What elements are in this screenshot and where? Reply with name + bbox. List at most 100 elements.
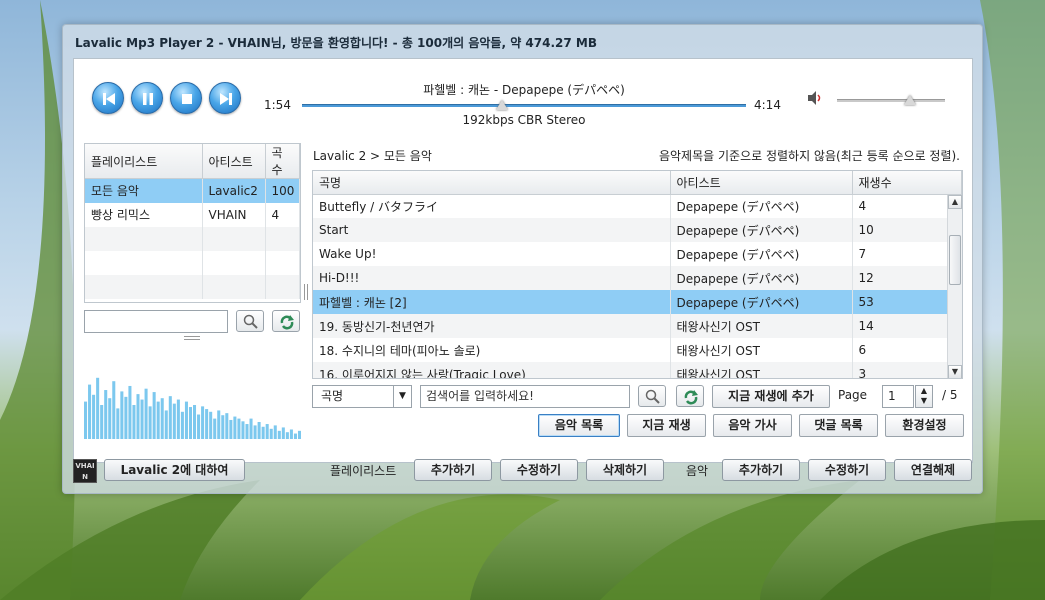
next-button[interactable] xyxy=(209,82,241,114)
page-down-icon[interactable]: ▼ xyxy=(916,396,932,406)
visualizer-bar xyxy=(132,405,136,439)
pause-button[interactable] xyxy=(131,82,163,114)
stop-button[interactable] xyxy=(170,82,202,114)
song-artist: Depapepe (デパペペ) xyxy=(670,242,853,266)
song-title: Hi-D!!! xyxy=(313,266,671,290)
visualizer-bar xyxy=(128,385,132,439)
song-row[interactable]: Hi-D!!! Depapepe (デパペペ) 12 xyxy=(313,266,962,290)
page-input[interactable]: 1 xyxy=(882,385,914,408)
song-row[interactable]: Wake Up! Depapepe (デパペペ) 7 xyxy=(313,242,962,266)
visualizer-bar xyxy=(100,405,104,439)
scroll-down-arrow[interactable]: ▼ xyxy=(948,365,962,378)
seek-thumb[interactable] xyxy=(495,100,508,110)
seek-bar[interactable] xyxy=(302,104,746,107)
visualizer-bar xyxy=(116,408,120,439)
visualizer-bar xyxy=(96,377,100,439)
playlist-row[interactable]: 모든 음악 Lavalic2 100 xyxy=(85,178,300,203)
visualizer-bar xyxy=(176,399,180,439)
playlist-header-name[interactable]: 플레이리스트 xyxy=(85,144,203,179)
visualizer-bar xyxy=(108,398,112,439)
song-title: 16. 이루어지지 않는 사랑(Tragic Love) xyxy=(313,362,671,378)
visualizer-bar xyxy=(88,384,92,439)
music-unlink-button[interactable]: 연결해제 xyxy=(894,459,972,481)
page-value: 1 xyxy=(888,389,896,403)
tab-now-playing[interactable]: 지금 재생 xyxy=(627,414,706,437)
song-row[interactable]: Start Depapepe (デパペペ) 10 xyxy=(313,218,962,242)
volume-bar[interactable] xyxy=(837,99,945,102)
song-header-title[interactable]: 곡명 xyxy=(313,171,671,195)
tab-settings[interactable]: 환경설정 xyxy=(885,414,964,437)
song-title: 19. 동방신기-천년연가 xyxy=(313,314,671,338)
scroll-up-arrow[interactable]: ▲ xyxy=(948,195,962,209)
music-edit-button[interactable]: 수정하기 xyxy=(808,459,886,481)
total-time: 4:14 xyxy=(754,98,781,112)
song-plays: 53 xyxy=(852,290,962,314)
visualizer-bar xyxy=(269,428,273,439)
visualizer-bar xyxy=(233,416,237,439)
song-search-input[interactable]: 검색어를 입력하세요! xyxy=(420,385,630,408)
resize-grip[interactable] xyxy=(184,336,200,340)
refresh-icon xyxy=(280,315,294,330)
playlist-artist: VHAIN xyxy=(202,202,266,227)
splitter-handle[interactable] xyxy=(304,284,308,300)
player-window: Lavalic Mp3 Player 2 - VHAIN님, 방문을 환영합니다… xyxy=(62,24,983,494)
visualizer-bar xyxy=(229,419,233,439)
stop-icon xyxy=(182,94,192,104)
sort-note: 음악제목을 기준으로 정렬하지 않음(최근 등록 순으로 정렬). xyxy=(658,149,960,163)
speaker-icon[interactable] xyxy=(806,90,824,106)
song-plays: 3 xyxy=(852,362,962,378)
playlist-header-artist[interactable]: 아티스트 xyxy=(202,144,266,179)
visualizer-bar xyxy=(285,432,289,439)
song-row[interactable]: Buttefly / バタフライ Depapepe (デパペペ) 4 xyxy=(313,194,962,218)
song-scrollbar[interactable]: ▲ ▼ xyxy=(947,195,962,378)
search-field-select[interactable]: 곡명 ▼ xyxy=(312,385,412,408)
playlist-search-button[interactable] xyxy=(236,310,264,332)
music-add-button[interactable]: 추가하기 xyxy=(722,459,800,481)
window-title: Lavalic Mp3 Player 2 - VHAIN님, 방문을 환영합니다… xyxy=(75,36,597,50)
song-plays: 10 xyxy=(852,218,962,242)
song-header-plays[interactable]: 재생수 xyxy=(852,171,962,195)
visualizer-bar xyxy=(120,391,124,439)
tab-comments[interactable]: 댓글 목록 xyxy=(799,414,878,437)
visualizer-bar xyxy=(156,401,160,439)
playlist-refresh-button[interactable] xyxy=(272,310,300,332)
song-artist: Depapepe (デパペペ) xyxy=(670,194,853,218)
playlist-header-count[interactable]: 곡수 xyxy=(265,144,300,179)
song-plays: 4 xyxy=(852,194,962,218)
song-row[interactable]: 19. 동방신기-천년연가 태왕사신기 OST 14 xyxy=(313,314,962,338)
playlist-row[interactable]: 빵상 리믹스 VHAIN 4 xyxy=(85,202,300,227)
tab-lyrics[interactable]: 음악 가사 xyxy=(713,414,792,437)
playlist-edit-button[interactable]: 수정하기 xyxy=(500,459,578,481)
about-button[interactable]: Lavalic 2에 대하여 xyxy=(104,459,245,481)
volume-thumb[interactable] xyxy=(904,95,917,105)
page-up-icon[interactable]: ▲ xyxy=(916,386,932,396)
visualizer-bar xyxy=(209,411,213,439)
playlist-add-button[interactable]: 추가하기 xyxy=(414,459,492,481)
scroll-thumb[interactable] xyxy=(949,235,961,285)
visualizer-bar xyxy=(104,390,108,439)
add-to-now-playing-button[interactable]: 지금 재생에 추가 xyxy=(712,385,830,408)
breadcrumb: Lavalic 2 > 모든 음악 xyxy=(313,149,432,163)
bitrate-info: 192kbps CBR Stereo xyxy=(462,113,586,127)
song-refresh-button[interactable] xyxy=(676,385,704,407)
chevron-down-icon: ▼ xyxy=(393,386,411,407)
song-search-button[interactable] xyxy=(638,385,666,407)
refresh-icon xyxy=(684,390,698,405)
visualizer-bar xyxy=(92,394,96,439)
playlist-count: 100 xyxy=(265,178,300,203)
pause-icon xyxy=(143,93,153,105)
song-row[interactable]: 16. 이루어지지 않는 사랑(Tragic Love) 태왕사신기 OST 3 xyxy=(313,362,962,378)
song-header-artist[interactable]: 아티스트 xyxy=(670,171,853,195)
playlist-search-input[interactable] xyxy=(84,310,228,333)
song-row[interactable]: 18. 수지니의 테마(피아노 솔로) 태왕사신기 OST 6 xyxy=(313,338,962,362)
song-row[interactable]: 파헬벨 : 캐논 [2] Depapepe (デパペペ) 53 xyxy=(313,290,962,314)
visualizer-bar xyxy=(261,426,265,439)
playlist-delete-button[interactable]: 삭제하기 xyxy=(586,459,664,481)
visualizer-bar xyxy=(245,424,249,439)
song-plays: 6 xyxy=(852,338,962,362)
previous-button[interactable] xyxy=(92,82,124,114)
song-plays: 12 xyxy=(852,266,962,290)
visualizer-bar xyxy=(124,396,128,439)
tab-music-list[interactable]: 음악 목록 xyxy=(538,414,620,437)
page-stepper[interactable]: ▲ ▼ xyxy=(915,385,933,408)
